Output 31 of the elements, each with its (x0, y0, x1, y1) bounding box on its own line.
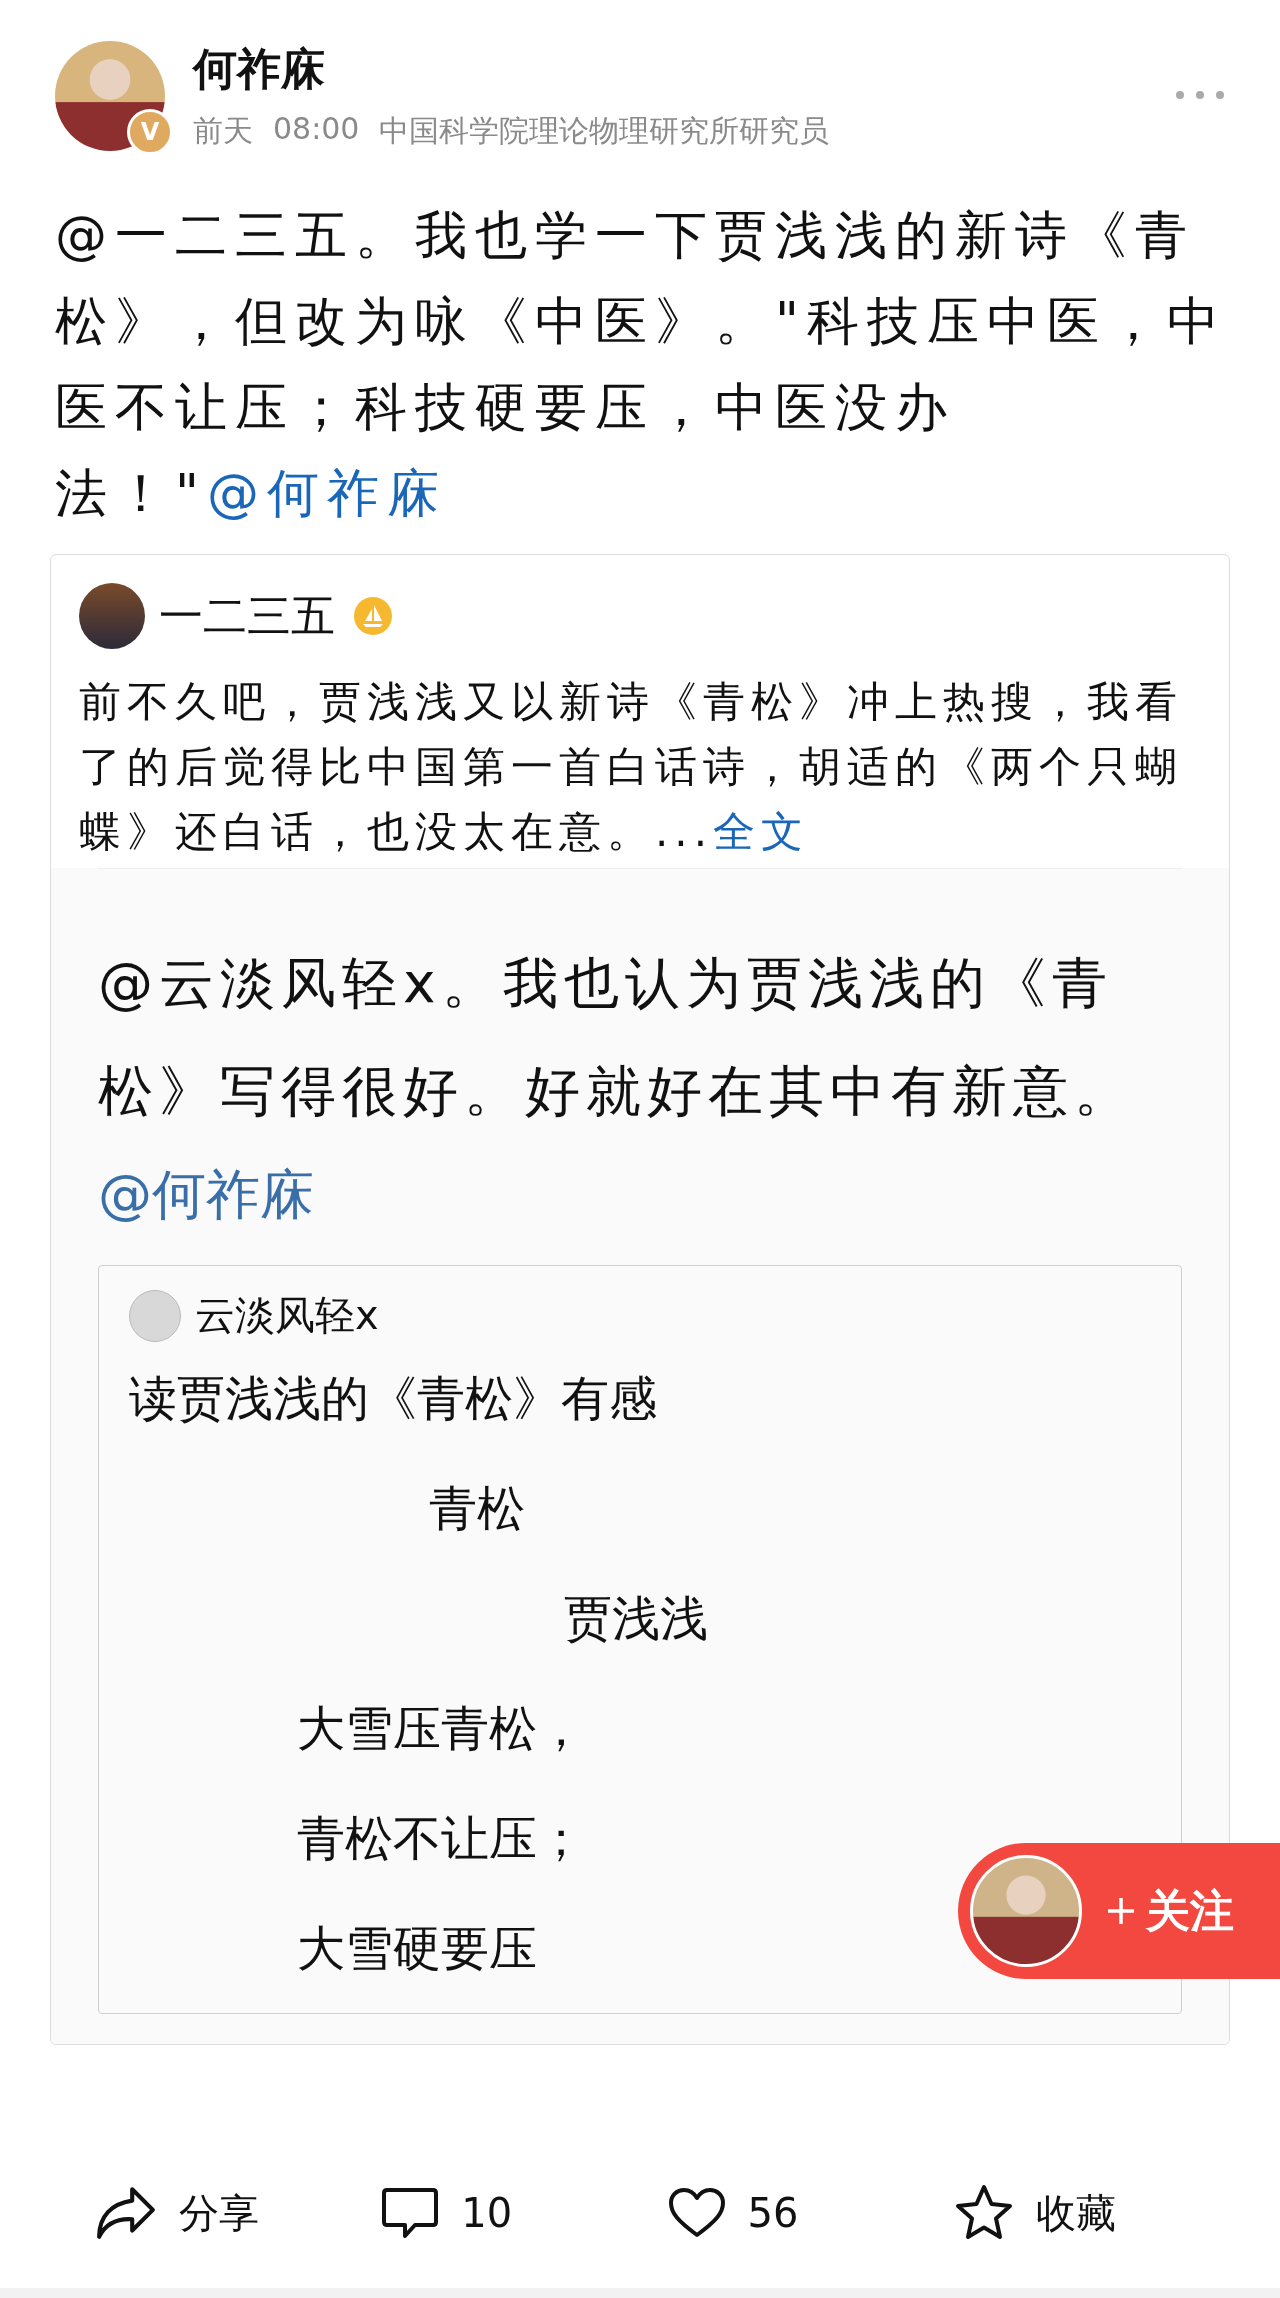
post-text: @一二三五。我也学一下贾浅浅的新诗《青松》，但改为咏《中医》。"科技压中医，中医不让压；科技硬要压，中医没办法！"@何祚庥 (54, 204, 1228, 525)
share-button[interactable]: 分享 (95, 2185, 382, 2241)
full-text-link[interactable]: 全文 (713, 807, 810, 856)
favorite-button[interactable]: 收藏 (953, 2184, 1240, 2242)
poem-line: 青松不让压； (296, 1809, 585, 1868)
heart-icon (667, 2187, 726, 2239)
mention-link[interactable]: @何祚庥 (206, 463, 447, 523)
mention-link: @何祚庥 (98, 1162, 315, 1228)
author-name[interactable]: 一二三五 (159, 586, 335, 646)
star-icon (953, 2184, 1014, 2242)
poem-line: 青松 (428, 1479, 525, 1538)
sailboat-badge-icon (353, 596, 393, 636)
plus-icon (1106, 1896, 1136, 1926)
author-bio: 中国科学院理论物理研究所研究员 (379, 112, 830, 150)
embedded-post-text: @云淡风轻x。我也认为贾浅浅的《青松》写得很好。好就好在其中有新意。 (98, 950, 1136, 1125)
post-time: 08:00 (273, 111, 360, 148)
author-name[interactable]: 何祚庥 (193, 40, 1147, 99)
verified-badge: V (127, 109, 173, 155)
poem-line: 大雪压青松， (296, 1699, 585, 1758)
share-icon (95, 2185, 157, 2241)
quoted-post-text: 前不久吧，贾浅浅又以新诗《青松》冲上热搜，我看了的后觉得比中国第一首白话诗，胡适的《两个只蝴蝶》还白话，也没太在意。...全文 (78, 676, 1184, 858)
poem-line: 大雪硬要压 (296, 1919, 537, 1978)
poem-line: 贾浅浅 (563, 1589, 708, 1648)
poem-line: 读贾浅浅的《青松》有感 (129, 1369, 657, 1428)
avatar (129, 1289, 181, 1342)
comment-button[interactable]: 10 (381, 2186, 668, 2240)
post-date: 前天 (193, 112, 253, 150)
follow-button[interactable]: 关注 (958, 1843, 1280, 1979)
comment-icon (381, 2186, 440, 2240)
author-name: 云淡风轻x (195, 1291, 379, 1340)
like-button[interactable]: 56 (667, 2187, 954, 2239)
